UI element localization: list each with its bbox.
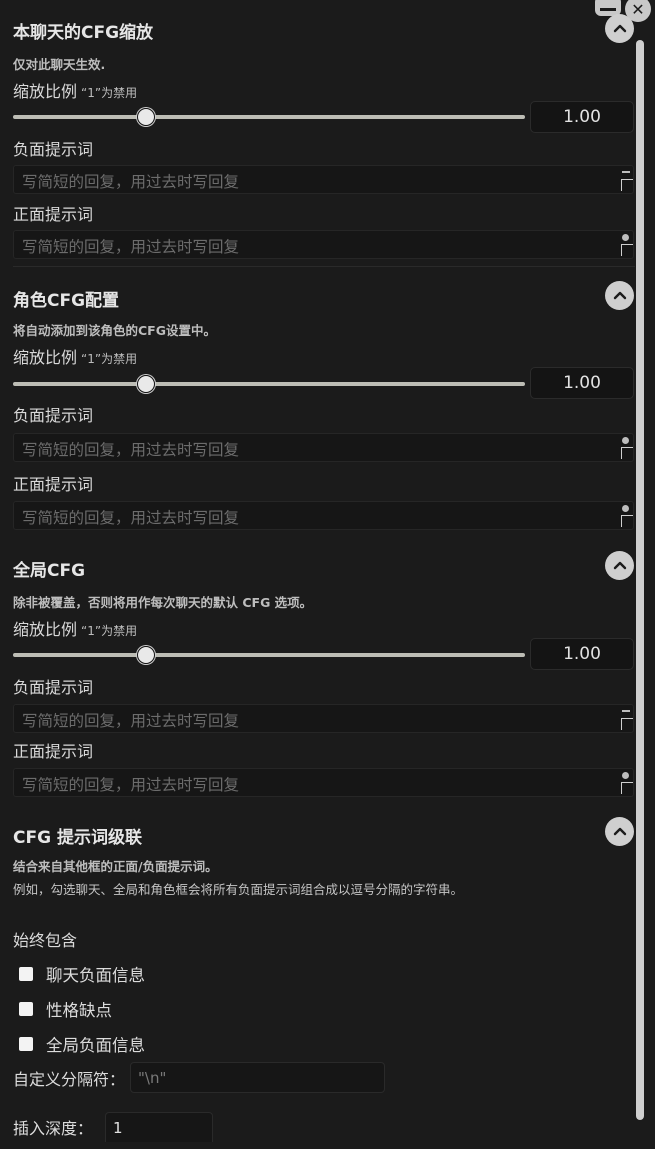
scale-hint: “1”为禁用 bbox=[81, 624, 138, 638]
chevron-up-icon bbox=[613, 24, 626, 32]
section-title: 全局CFG bbox=[13, 561, 86, 581]
resize-handle[interactable] bbox=[621, 447, 633, 459]
checkbox-row[interactable]: 聊天负面信息 bbox=[19, 962, 145, 986]
scroll-indicator bbox=[622, 710, 630, 712]
scale-label: 缩放比例 “1”为禁用 bbox=[13, 620, 138, 639]
collapse-button[interactable] bbox=[605, 551, 634, 580]
slider-track bbox=[13, 382, 525, 386]
resize-handle[interactable] bbox=[621, 244, 633, 256]
positive-prompt-label: 正面提示词 bbox=[13, 205, 94, 224]
collapse-button[interactable] bbox=[605, 817, 634, 846]
checkbox-label: 聊天负面信息 bbox=[46, 966, 145, 985]
checkbox-label: 性格缺点 bbox=[46, 1001, 112, 1020]
scroll-indicator bbox=[622, 505, 629, 512]
slider-track bbox=[13, 115, 525, 119]
placeholder: 写简短的回复，用过去时写回复 bbox=[22, 173, 240, 191]
personality-flaws-checkbox[interactable] bbox=[19, 1002, 33, 1016]
checkbox-row[interactable]: 性格缺点 bbox=[19, 997, 112, 1021]
depth-input[interactable]: 1 bbox=[105, 1112, 214, 1142]
scale-slider[interactable] bbox=[13, 107, 525, 127]
placeholder: 写简短的回复，用过去时写回复 bbox=[22, 509, 240, 527]
scroll-indicator bbox=[622, 171, 630, 173]
character-cfg-section: 角色CFG配置 将自动添加到该角色的CFG设置中。 缩放比例 “1”为禁用 1.0… bbox=[13, 280, 635, 540]
resize-handle[interactable] bbox=[621, 179, 633, 191]
chevron-up-icon bbox=[613, 561, 626, 569]
cfg-cascade-section: CFG 提示词级联 结合来自其他框的正面/负面提示词。 例如，勾选聊天、全局和角… bbox=[13, 815, 635, 1145]
negative-prompt-textarea[interactable]: 写简短的回复，用过去时写回复 bbox=[13, 704, 634, 733]
positive-prompt-label: 正面提示词 bbox=[13, 742, 94, 761]
negative-prompt-label: 负面提示词 bbox=[13, 406, 94, 425]
scale-number-input[interactable]: 1.00 bbox=[530, 638, 634, 670]
positive-prompt-textarea[interactable]: 写简短的回复，用过去时写回复 bbox=[13, 230, 634, 259]
negative-prompt-label: 负面提示词 bbox=[13, 140, 94, 159]
scrollbar[interactable] bbox=[636, 40, 644, 1120]
cascade-note: 结合来自其他框的正面/负面提示词。 bbox=[13, 859, 218, 874]
chevron-up-icon bbox=[613, 827, 626, 835]
resize-handle[interactable] bbox=[621, 515, 633, 527]
chat-negatives-checkbox[interactable] bbox=[19, 967, 33, 981]
section-note: 仅对此聊天生效. bbox=[13, 57, 106, 72]
section-note: 除非被覆盖，否则将用作每次聊天的默认 CFG 选项。 bbox=[13, 595, 313, 610]
scroll-indicator bbox=[622, 437, 629, 444]
checkbox-label: 全局负面信息 bbox=[46, 1036, 145, 1055]
chevron-up-icon bbox=[613, 291, 626, 299]
scale-number-input[interactable]: 1.00 bbox=[530, 367, 634, 399]
separator-label: 自定义分隔符： bbox=[13, 1069, 126, 1089]
cascade-example-note: 例如，勾选聊天、全局和角色框会将所有负面提示词组合成以逗号分隔的字符串。 bbox=[13, 882, 464, 897]
chat-cfg-section: 本聊天的CFG缩放 仅对此聊天生效. 缩放比例 “1”为禁用 1.00 负面提示词… bbox=[13, 14, 635, 269]
global-cfg-section: 全局CFG 除非被覆盖，否则将用作每次聊天的默认 CFG 选项。 缩放比例 “1”… bbox=[13, 550, 635, 810]
slider-thumb[interactable] bbox=[137, 375, 155, 393]
checkbox-row[interactable]: 全局负面信息 bbox=[19, 1032, 145, 1056]
negative-prompt-label: 负面提示词 bbox=[13, 678, 94, 697]
minimize-icon bbox=[600, 7, 616, 11]
negative-prompt-textarea[interactable]: 写简短的回复，用过去时写回复 bbox=[13, 433, 634, 462]
positive-prompt-textarea[interactable]: 写简短的回复，用过去时写回复 bbox=[13, 768, 634, 797]
slider-thumb[interactable] bbox=[137, 108, 155, 126]
positive-prompt-label: 正面提示词 bbox=[13, 475, 94, 494]
scroll-indicator bbox=[622, 234, 629, 241]
scale-label: 缩放比例 “1”为禁用 bbox=[13, 82, 138, 101]
placeholder: 写简短的回复，用过去时写回复 bbox=[22, 776, 240, 794]
negative-prompt-textarea[interactable]: 写简短的回复，用过去时写回复 bbox=[13, 165, 634, 194]
resize-handle[interactable] bbox=[621, 782, 633, 794]
scale-slider[interactable] bbox=[13, 645, 525, 665]
separator-input[interactable]: "\n" bbox=[130, 1062, 386, 1093]
scale-slider[interactable] bbox=[13, 374, 525, 394]
slider-track bbox=[13, 653, 525, 657]
global-negatives-checkbox[interactable] bbox=[19, 1037, 33, 1051]
section-title: 本聊天的CFG缩放 bbox=[13, 23, 154, 43]
divider bbox=[13, 266, 635, 267]
section-title: CFG 提示词级联 bbox=[13, 828, 142, 848]
collapse-button[interactable] bbox=[605, 281, 634, 310]
placeholder: 写简短的回复，用过去时写回复 bbox=[22, 441, 240, 459]
placeholder: 写简短的回复，用过去时写回复 bbox=[22, 238, 240, 256]
separator-row: 自定义分隔符： "\n" bbox=[13, 1062, 386, 1093]
section-title: 角色CFG配置 bbox=[13, 291, 120, 311]
scroll-indicator bbox=[622, 772, 629, 779]
always-include-label: 始终包含 bbox=[13, 931, 78, 950]
scale-hint: “1”为禁用 bbox=[81, 86, 138, 100]
collapse-button[interactable] bbox=[605, 14, 634, 43]
depth-label: 插入深度： bbox=[13, 1119, 94, 1138]
placeholder: 写简短的回复，用过去时写回复 bbox=[22, 712, 240, 730]
scale-hint: “1”为禁用 bbox=[81, 352, 138, 366]
scale-label: 缩放比例 “1”为禁用 bbox=[13, 348, 138, 367]
scale-number-input[interactable]: 1.00 bbox=[530, 101, 634, 133]
cfg-panel: ✕ 本聊天的CFG缩放 仅对此聊天生效. 缩放比例 “1”为禁用 1.00 负面提… bbox=[0, 0, 655, 1149]
section-note: 将自动添加到该角色的CFG设置中。 bbox=[13, 323, 216, 338]
resize-handle[interactable] bbox=[621, 718, 633, 730]
depth-row: 插入深度： 1 bbox=[13, 1112, 214, 1142]
positive-prompt-textarea[interactable]: 写简短的回复，用过去时写回复 bbox=[13, 501, 634, 530]
slider-thumb[interactable] bbox=[137, 646, 155, 664]
